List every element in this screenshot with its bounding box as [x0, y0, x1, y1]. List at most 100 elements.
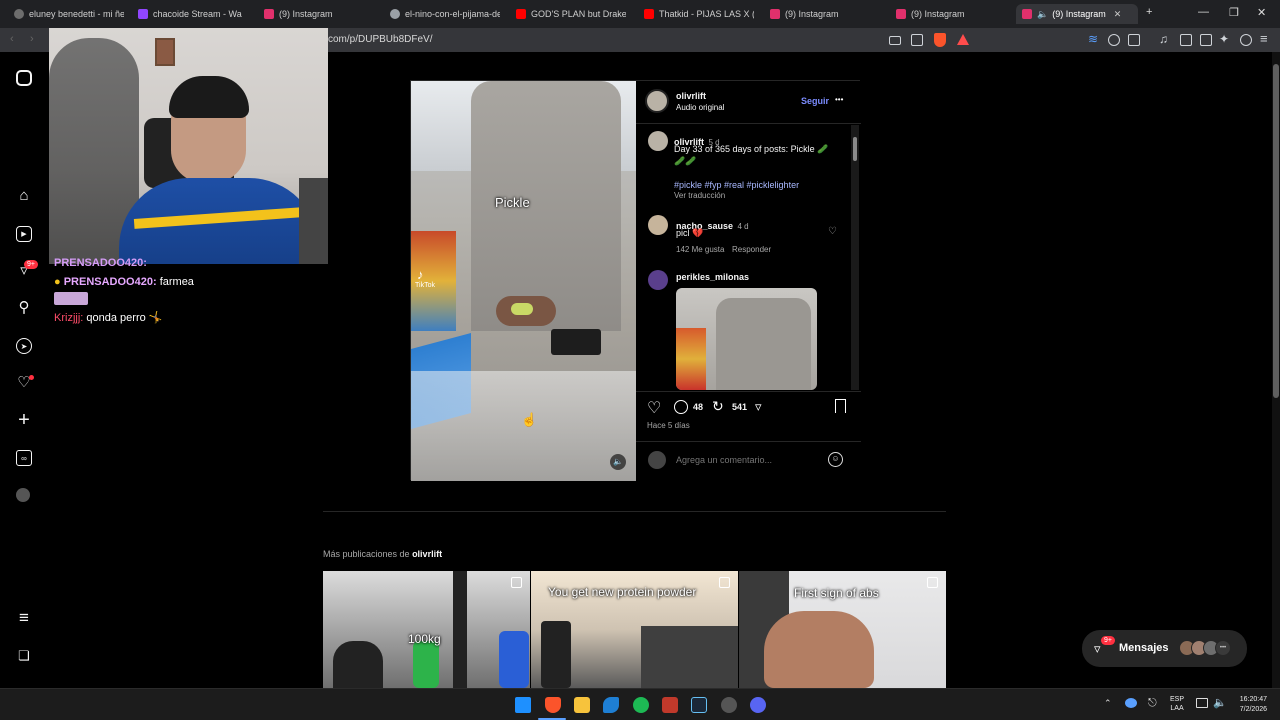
more-options-icon[interactable]: ••• — [835, 95, 843, 104]
volume-tray-icon[interactable]: 🔈 — [1213, 696, 1227, 709]
reel-video[interactable]: Pickle ♪ TikTok 🔈 ☝ — [411, 81, 636, 481]
browser-tab[interactable]: el-nino-con-el-pijama-de- — [390, 4, 500, 24]
sidebar-icon[interactable] — [1180, 34, 1192, 46]
file-explorer-icon[interactable] — [574, 697, 590, 713]
browser-tab[interactable]: (9) Instagram — [770, 4, 880, 24]
audio-label[interactable]: Audio original — [676, 103, 724, 112]
close-window-icon[interactable]: ✕ — [1257, 6, 1266, 19]
menu-icon[interactable]: ≡ — [1260, 31, 1268, 46]
comment-like-icon[interactable]: ♡ — [828, 226, 837, 237]
post-side-panel: olivrlift Audio original Seguir ••• oliv… — [636, 81, 861, 481]
cursor-hand-icon: ☝ — [521, 412, 538, 427]
more-posts-username[interactable]: olivrlift — [412, 549, 442, 559]
dashboard-icon[interactable]: ∞ — [16, 450, 32, 466]
comment-reply-link[interactable]: Responder — [732, 245, 771, 254]
spotify-icon[interactable] — [633, 697, 649, 713]
like-icon[interactable]: ♡ — [647, 398, 661, 418]
address-bar[interactable]: com/p/DUPBUb8DFeV/ — [328, 34, 432, 45]
browser-tab[interactable]: Thatkid - PIJAS LAS X (Offi — [644, 4, 754, 24]
comment-avatar[interactable] — [648, 215, 668, 235]
translate-icon[interactable]: ≋ — [1088, 32, 1098, 46]
actions-divider — [636, 391, 861, 392]
browser-tab-bar: eluney benedetti - mi ñer¹ chacoide Stre… — [0, 0, 1280, 28]
home-icon[interactable]: ⌂ — [16, 188, 32, 204]
instagram-favicon-icon — [1022, 9, 1032, 19]
share-icon[interactable] — [911, 34, 923, 46]
tray-chevron-icon[interactable]: ⌃ — [1104, 698, 1112, 709]
browser-tab[interactable]: (9) Instagram — [896, 4, 1006, 24]
comment-image[interactable] — [676, 288, 817, 390]
caption-avatar[interactable] — [648, 131, 668, 151]
screen-cast-icon[interactable] — [889, 36, 901, 45]
leo-icon[interactable] — [1200, 34, 1212, 46]
network-tray-icon[interactable] — [1196, 698, 1208, 708]
emoji-icon[interactable]: ☺ — [828, 452, 843, 467]
thumbnail-caption: You get new protein powder — [548, 585, 697, 599]
comments-scrollbar[interactable] — [851, 125, 859, 390]
close-tab-icon[interactable]: ✕ — [1114, 9, 1122, 20]
post-thumbnail[interactable]: You get new protein powder — [531, 571, 738, 688]
news-app-icon[interactable] — [662, 697, 678, 713]
see-translation-link[interactable]: Ver traducción — [674, 191, 725, 200]
save-bookmark-icon[interactable] — [835, 399, 846, 413]
cloud-tray-icon[interactable] — [1125, 698, 1137, 708]
messages-button[interactable]: ▿ 9+ Mensajes ••• — [1082, 630, 1247, 667]
apps-icon[interactable]: ❏ — [16, 648, 32, 664]
music-icon[interactable]: ♫ — [1159, 32, 1168, 46]
back-icon[interactable]: ‹ — [10, 33, 14, 45]
comment-input[interactable] — [676, 453, 816, 467]
browser-tab[interactable]: (9) Instagram — [264, 4, 374, 24]
profile-avatar[interactable] — [16, 488, 30, 502]
share-icon[interactable]: ▿ — [755, 399, 762, 415]
repost-icon[interactable]: ↻ — [712, 398, 724, 415]
forward-icon[interactable]: › — [30, 33, 34, 45]
brave-shield-icon[interactable] — [934, 33, 946, 47]
comment-icon[interactable] — [674, 400, 688, 414]
microphone-tray-icon[interactable]: ⎋ — [1148, 697, 1157, 710]
chat-badge-icon: ● — [54, 276, 64, 288]
comment-avatar[interactable] — [648, 270, 668, 290]
instagram-logo-icon[interactable] — [16, 70, 32, 86]
discord-icon[interactable] — [750, 697, 766, 713]
minimize-window-icon[interactable]: — — [1198, 6, 1209, 18]
restore-window-icon[interactable]: ❐ — [1229, 6, 1239, 19]
new-tab-button[interactable]: + — [1146, 6, 1152, 18]
comment-username[interactable]: perikles_milonas — [676, 272, 749, 282]
windows-start-icon[interactable] — [515, 697, 531, 713]
wallet-icon[interactable] — [1128, 34, 1140, 46]
steam-icon[interactable] — [691, 697, 707, 713]
chat-message: Krizjjj: qonda perro 🤸 — [54, 312, 163, 324]
settings-gear-icon[interactable] — [721, 697, 737, 713]
caption-hashtags[interactable]: #pickle #fyp #real #picklelighter — [674, 180, 799, 190]
more-menu-icon[interactable]: ≡ — [16, 609, 32, 626]
follow-button[interactable]: Seguir — [801, 96, 829, 106]
explore-icon[interactable]: ➤ — [16, 338, 32, 354]
more-contacts-icon: ••• — [1215, 640, 1231, 656]
author-username[interactable]: olivrlift — [676, 91, 706, 101]
mute-icon[interactable]: 🔈 — [610, 454, 626, 470]
vpn-icon[interactable] — [1240, 34, 1252, 46]
post-modal: Pickle ♪ TikTok 🔈 ☝ olivrlift Audio orig… — [410, 80, 861, 481]
scrollbar-thumb[interactable] — [853, 137, 857, 161]
browser-tab-active[interactable]: 🔈 (9) Instagram ✕ — [1016, 4, 1138, 24]
author-avatar[interactable] — [645, 89, 669, 113]
clock[interactable]: 16:20:47 7/2/2026 — [1233, 695, 1267, 715]
browser-tab[interactable]: GOD'S PLAN but Drake st — [516, 4, 626, 24]
post-thumbnail[interactable]: 100kg — [323, 571, 530, 688]
brave-rewards-icon[interactable] — [957, 34, 969, 45]
create-icon[interactable]: + — [16, 410, 32, 430]
browser-tab[interactable]: chacoide Stream - Wa — [138, 4, 248, 24]
post-thumbnail[interactable]: First sign of abs — [739, 571, 946, 688]
language-indicator[interactable]: ESP LAA — [1170, 695, 1184, 713]
wall-picture — [155, 38, 175, 66]
reels-icon[interactable]: ▶ — [16, 226, 32, 242]
bing-icon[interactable] — [603, 697, 619, 713]
browser-tab[interactable]: eluney benedetti - mi ñer¹ — [14, 4, 124, 24]
page-scrollbar[interactable] — [1272, 52, 1280, 688]
extensions-icon[interactable] — [1108, 34, 1120, 46]
comment-likes[interactable]: 142 Me gusta — [676, 245, 724, 254]
brave-browser-icon[interactable] — [545, 697, 561, 713]
page-scrollbar-thumb[interactable] — [1273, 64, 1279, 398]
search-icon[interactable]: ⚲ — [16, 300, 32, 316]
ai-sparkle-icon[interactable]: ✦ — [1219, 32, 1229, 46]
